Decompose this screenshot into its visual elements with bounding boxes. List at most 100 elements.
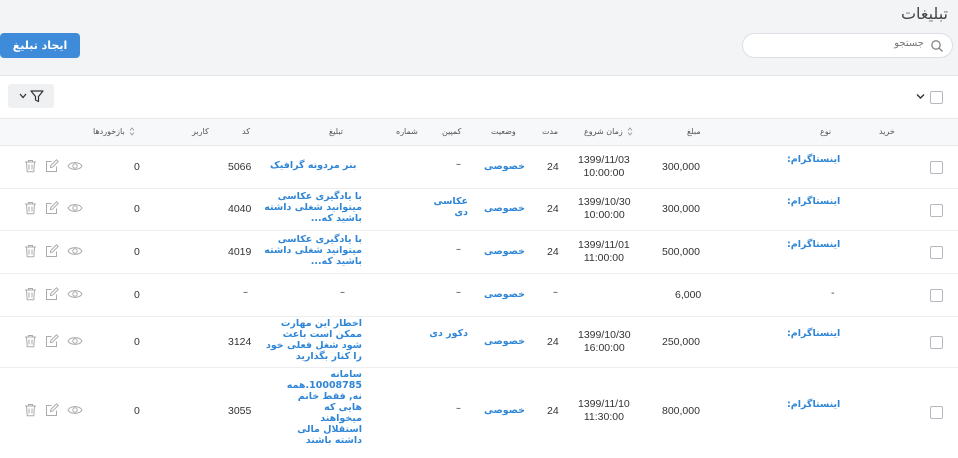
col-ad: تبلیغ [329, 127, 343, 136]
col-type: نوع [820, 127, 832, 136]
col-user: کاربر [192, 127, 209, 136]
ad-type[interactable]: اینستاگرام: [787, 154, 840, 165]
ad-start-date: 1399/10/30 [578, 196, 631, 208]
edit-icon[interactable] [45, 244, 59, 258]
ad-feedbacks: 0 [134, 405, 140, 417]
trash-icon[interactable] [24, 201, 37, 215]
ad-campaign: – [456, 403, 461, 414]
ad-campaign: – [456, 287, 461, 298]
row-checkbox[interactable] [930, 161, 943, 174]
row-actions [24, 334, 86, 348]
edit-icon[interactable] [45, 201, 59, 215]
ad-type: - [831, 288, 835, 299]
sort-icon [129, 127, 135, 136]
ad-code: 3124 [228, 336, 252, 348]
ads-table-card: خرید نوع مبلغ زمان شروع مدت وضعیت کمپین … [0, 75, 958, 458]
ad-feedbacks: 0 [134, 161, 140, 173]
trash-icon[interactable] [24, 403, 37, 417]
ad-type[interactable]: اینستاگرام: [787, 239, 840, 250]
col-start-time[interactable]: زمان شروع [584, 127, 633, 136]
ad-campaign: – [456, 244, 461, 255]
ad-start-date: 1399/11/10 [578, 398, 630, 410]
ad-code: 5066 [228, 161, 252, 173]
ad-start-time: 1399/10/30 10:00:00 [578, 196, 631, 222]
table-row: اینستاگرام: 500,000 1399/11/01 11:00:00 … [0, 231, 958, 274]
table-toolbar [0, 76, 958, 118]
ad-feedbacks: 0 [134, 246, 140, 258]
table-row: اینستاگرام: 800,000 1399/11/10 11:30:00 … [0, 368, 958, 458]
bulk-actions-chevron-icon[interactable] [916, 93, 925, 100]
ad-amount: 500,000 [662, 246, 700, 258]
ad-status: خصوصی [484, 405, 525, 416]
edit-icon[interactable] [45, 334, 59, 348]
ad-amount: 6,000 [675, 289, 702, 301]
ad-title[interactable]: سامانه 10008785.همه نه, فقط خانم هایی که… [286, 369, 362, 446]
page: تبلیغات ایجاد تبلیغ خرید نوع مبلغ زمان ش… [0, 0, 958, 458]
edit-icon[interactable] [45, 287, 59, 301]
row-checkbox[interactable] [930, 204, 943, 217]
eye-icon[interactable] [67, 288, 83, 300]
create-ad-button[interactable]: ایجاد تبلیغ [0, 33, 80, 58]
ad-title[interactable]: بنر مردونه گرافیک [270, 160, 356, 171]
col-buy: خرید [879, 127, 895, 136]
ad-code: 4019 [228, 246, 252, 258]
ad-start-clock: 11:30:00 [583, 411, 624, 423]
row-actions [24, 244, 86, 258]
ad-type[interactable]: اینستاگرام: [787, 399, 840, 410]
eye-icon[interactable] [67, 202, 83, 214]
ad-start-time: 1399/11/10 11:30:00 [578, 398, 630, 424]
ad-type[interactable]: اینستاگرام: [787, 328, 840, 339]
select-all-checkbox[interactable] [930, 91, 943, 104]
col-start-time-label: زمان شروع [584, 127, 623, 136]
row-checkbox[interactable] [930, 289, 943, 302]
ad-status: خصوصی [484, 336, 525, 347]
trash-icon[interactable] [24, 244, 37, 258]
row-checkbox[interactable] [930, 336, 943, 349]
row-actions [24, 159, 86, 173]
ad-feedbacks: 0 [134, 203, 140, 215]
table-row: اینستاگرام: 300,000 1399/11/03 10:00:00 … [0, 146, 958, 189]
ad-start-clock: 10:00:00 [583, 167, 625, 179]
search-input[interactable] [754, 38, 924, 49]
eye-icon[interactable] [67, 335, 83, 347]
ad-amount: 800,000 [662, 405, 700, 417]
search-icon [931, 40, 943, 52]
col-duration: مدت [542, 127, 559, 136]
trash-icon[interactable] [24, 334, 37, 348]
page-title: تبلیغات [900, 4, 948, 23]
filter-icon [29, 89, 44, 102]
ad-duration: 24 [547, 336, 559, 348]
ad-duration: 24 [547, 246, 559, 258]
trash-icon[interactable] [24, 159, 37, 173]
ad-start-time: 1399/11/01 11:00:00 [578, 239, 630, 265]
table-header: خرید نوع مبلغ زمان شروع مدت وضعیت کمپین … [0, 118, 958, 146]
eye-icon[interactable] [67, 404, 83, 416]
ad-campaign[interactable]: دکور دی [428, 328, 468, 339]
sort-icon [627, 127, 633, 136]
row-checkbox[interactable] [930, 246, 943, 259]
ad-duration: 24 [547, 405, 559, 417]
ad-code: 3055 [228, 405, 252, 417]
trash-icon[interactable] [24, 287, 37, 301]
col-feedbacks[interactable]: بازخوردها [93, 127, 135, 136]
ad-title[interactable]: با یادگیری عکاسی میتوانید شغلی داشته باش… [264, 191, 362, 224]
table-row: اینستاگرام: 300,000 1399/10/30 10:00:00 … [0, 189, 958, 231]
ad-title[interactable]: با یادگیری عکاسی میتوانید شغلی داشته باش… [264, 234, 362, 267]
ad-feedbacks: 0 [134, 289, 140, 301]
ad-start-clock: 10:00:00 [583, 209, 625, 221]
chevron-down-icon [19, 93, 26, 99]
eye-icon[interactable] [67, 160, 83, 172]
ad-start-time: 1399/10/30 16:00:00 [578, 329, 631, 355]
col-campaign: کمپین [442, 127, 462, 136]
row-checkbox[interactable] [930, 406, 943, 419]
ad-code: 4040 [228, 203, 252, 215]
edit-icon[interactable] [45, 403, 59, 417]
row-actions [24, 287, 86, 301]
ad-title[interactable]: اخطار این مهارت ممکن است باعث شود شغل فع… [264, 318, 362, 362]
filter-button[interactable] [8, 84, 54, 108]
eye-icon[interactable] [67, 245, 83, 257]
ad-campaign[interactable]: عکاسی دی [428, 196, 468, 218]
edit-icon[interactable] [45, 159, 59, 173]
ad-title: – [340, 287, 345, 298]
ad-type[interactable]: اینستاگرام: [787, 196, 840, 207]
